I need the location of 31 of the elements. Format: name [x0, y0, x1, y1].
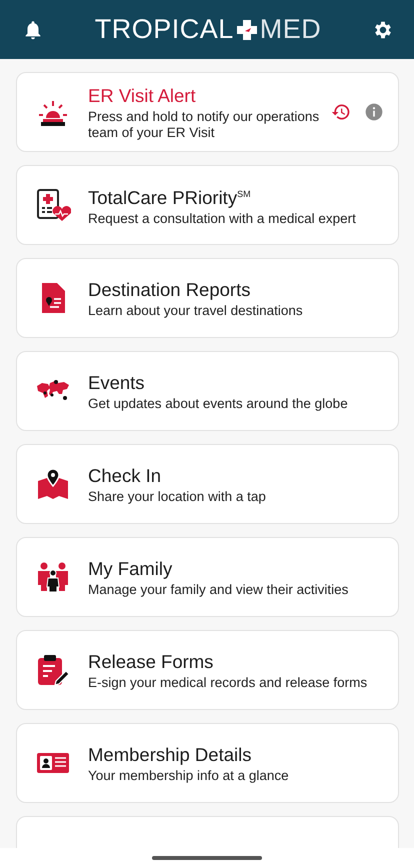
clipboard-heart-icon [35, 187, 71, 223]
card-title: Check In [88, 464, 162, 486]
history-icon[interactable] [331, 102, 351, 122]
card-subtitle: Manage your family and view their activities [88, 582, 350, 598]
card-subtitle: Your membership info at a glance [88, 768, 290, 784]
card-title: ER Visit Alert [88, 84, 197, 106]
menu-card[interactable]: My Family Manage your family and view their activities [16, 537, 399, 617]
card-subtitle: E-sign your medical records and release forms [88, 674, 368, 690]
card-title: Events [88, 370, 146, 394]
card-subtitle: Share your location with a tap [88, 488, 267, 504]
card-title: My Family [88, 556, 174, 580]
card-title: Release Forms [88, 650, 214, 672]
info-icon[interactable] [364, 102, 384, 122]
card-subtitle: Press and hold to notify our operations team of your ER Visit [88, 108, 320, 140]
menu-card[interactable]: ER Visit Alert Press and hold to notify our operations team of your ER Visit [16, 72, 399, 152]
clipboard-pen-icon [35, 652, 71, 688]
menu-card[interactable]: Release Forms E-sign your medical records and release forms [16, 630, 399, 710]
menu-card[interactable]: Destination Reports Learn about your travel destinations [16, 258, 399, 338]
logo-text: TROPICAL [94, 14, 234, 45]
card-subtitle: Get updates about events around the globe [88, 396, 349, 412]
menu-card[interactable]: TotalCare PRiority$^{SM}$ Request a consultation with a medical expert [16, 165, 399, 245]
card-title: Destination Reports [88, 278, 252, 300]
cross-icon [234, 18, 259, 42]
menu-card[interactable]: Check In Share your location with a tap [16, 444, 399, 524]
menu-card[interactable]: Membership Details Your membership info at a glance [16, 723, 399, 803]
logo-text: MED [260, 14, 322, 45]
card-subtitle: Request a consultation with a medical expert [88, 211, 357, 228]
card-title: Membership Details [88, 742, 252, 766]
card-title: TotalCare PRiority$^{SM}$ [88, 186, 252, 210]
card-subtitle: Learn about your travel destinations [88, 302, 304, 318]
menu-card[interactable]: Events Get updates about events around the globe [16, 351, 399, 431]
